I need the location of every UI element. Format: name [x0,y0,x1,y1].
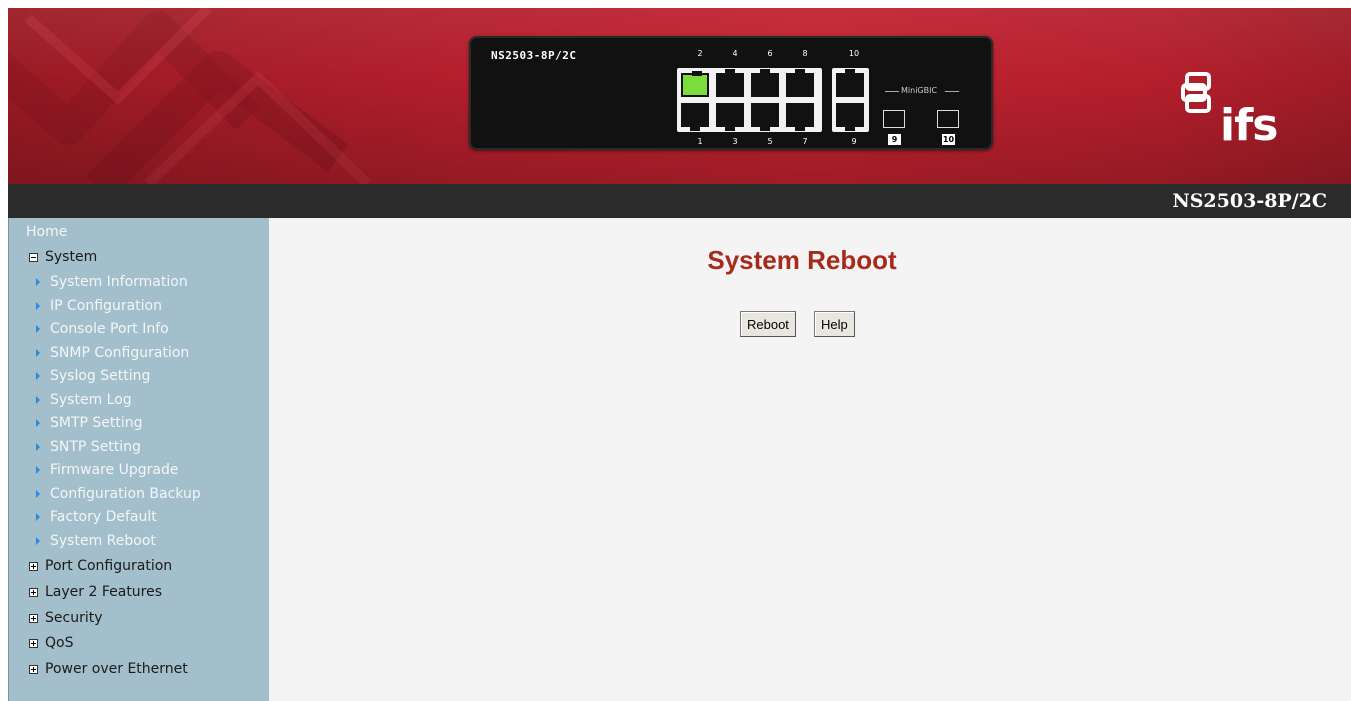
sidebar-item-label: Syslog Setting [50,368,151,384]
arrow-right-icon [36,325,40,333]
sidebar-item-factory-default[interactable]: Factory Default [36,509,157,525]
device-label: NS2503-8P/2C [491,49,577,62]
main-content: System Reboot Reboot Help [269,218,1351,701]
minigbic-label: MiniGBIC [901,86,938,95]
arrow-right-icon [36,372,40,380]
reboot-button[interactable]: Reboot [740,311,796,337]
sidebar-item-system-reboot[interactable]: System Reboot [36,533,156,549]
switch-front-panel: NS2503-8P/2C 2 4 6 8 10 1 3 5 7 9 MiniGB… [469,36,993,150]
port-9[interactable] [836,103,864,131]
port-number-label: 6 [767,49,773,58]
port-3[interactable] [716,103,744,131]
sidebar-item-label: System Reboot [50,533,156,549]
port-4[interactable] [716,69,744,97]
arrow-right-icon [36,490,40,498]
sidebar-item-label: Firmware Upgrade [50,462,179,478]
arrow-right-icon [36,302,40,310]
expand-icon[interactable] [29,587,38,597]
sidebar-item-system-log[interactable]: System Log [36,392,132,408]
sidebar-item-ip-configuration[interactable]: IP Configuration [36,298,162,314]
sidebar-item-sntp-setting[interactable]: SNTP Setting [36,439,141,455]
bracket-line [945,91,959,92]
port-5[interactable] [751,103,779,131]
bracket-line [885,91,899,92]
port-block-1-8 [677,68,822,132]
port-number-label: 7 [802,137,808,146]
sidebar-group-qos[interactable]: QoS [29,635,73,651]
sfp-number-label: 10 [942,134,955,145]
sidebar-item-console-port-info[interactable]: Console Port Info [36,321,169,337]
port-1[interactable] [681,103,709,131]
sidebar-item-label: SNTP Setting [50,439,141,455]
sidebar-item-label: Factory Default [50,509,157,525]
sidebar-item-label: IP Configuration [50,298,162,314]
sidebar-item-syslog-setting[interactable]: Syslog Setting [36,368,150,384]
arrow-right-icon [36,443,40,451]
sidebar-item-smtp-setting[interactable]: SMTP Setting [36,415,143,431]
sidebar-group-label: QoS [45,635,74,651]
header-banner: NS2503-8P/2C 2 4 6 8 10 1 3 5 7 9 MiniGB… [8,8,1351,184]
sidebar-group-port-configuration[interactable]: Port Configuration [29,558,172,574]
port-number-label: 8 [802,49,808,58]
sidebar-group-label: Security [45,610,103,626]
app-frame: NS2503-8P/2C 2 4 6 8 10 1 3 5 7 9 MiniGB… [8,8,1351,701]
sfp-slot-10[interactable] [937,110,959,128]
expand-icon[interactable] [29,561,38,571]
help-button[interactable]: Help [814,311,855,337]
sidebar-item-snmp-configuration[interactable]: SNMP Configuration [36,345,189,361]
port-6[interactable] [751,69,779,97]
sidebar-group-layer-2-features[interactable]: Layer 2 Features [29,584,162,600]
sidebar-item-label: SNMP Configuration [50,345,190,361]
sidebar-item-label: System Information [50,274,188,290]
port-number-label: 5 [767,137,773,146]
sidebar-group-label: System [45,249,98,265]
sidebar-group-label: Power over Ethernet [45,661,188,677]
expand-icon[interactable] [29,613,38,623]
port-number-label: 2 [697,49,703,58]
arrow-right-icon [36,419,40,427]
sidebar-group-power-over-ethernet[interactable]: Power over Ethernet [29,661,188,677]
sidebar-group-label: Layer 2 Features [45,584,163,600]
port-number-label: 10 [848,49,860,58]
sidebar-home-link[interactable]: Home [26,224,67,240]
model-title: NS2503-8P/2C [1172,190,1327,212]
brand-logo-text: ifs [1220,100,1278,151]
port-2[interactable] [681,71,709,97]
port-7[interactable] [786,103,814,131]
arrow-right-icon [36,513,40,521]
arrow-right-icon [36,278,40,286]
model-bar: NS2503-8P/2C [8,184,1351,218]
sfp-number-label: 9 [888,134,901,145]
sidebar-item-firmware-upgrade[interactable]: Firmware Upgrade [36,462,178,478]
port-number-label: 3 [732,137,738,146]
sfp-slot-9[interactable] [883,110,905,128]
sidebar-nav: Home System System Information IP Config… [8,218,269,701]
arrow-right-icon [36,349,40,357]
port-number-label: 1 [697,137,703,146]
page-title: System Reboot [707,245,897,275]
sidebar-group-label: Port Configuration [45,558,173,574]
port-number-label: 4 [732,49,738,58]
arrow-right-icon [36,396,40,404]
arrow-right-icon [36,466,40,474]
sidebar-item-configuration-backup[interactable]: Configuration Backup [36,486,201,502]
sidebar-item-label: System Log [50,392,132,408]
port-8[interactable] [786,69,814,97]
arrow-right-icon [36,537,40,545]
expand-icon[interactable] [29,664,38,674]
sidebar-group-security[interactable]: Security [29,610,103,626]
sidebar-item-label: Console Port Info [50,321,169,337]
collapse-icon[interactable] [29,252,38,262]
port-10[interactable] [836,69,864,97]
sidebar-group-system[interactable]: System [29,249,97,265]
expand-icon[interactable] [29,638,38,648]
sidebar-item-label: SMTP Setting [50,415,143,431]
port-number-label: 9 [851,137,857,146]
port-block-9-10 [832,68,869,132]
sidebar-item-label: Configuration Backup [50,486,201,502]
sidebar-item-system-information[interactable]: System Information [36,274,188,290]
